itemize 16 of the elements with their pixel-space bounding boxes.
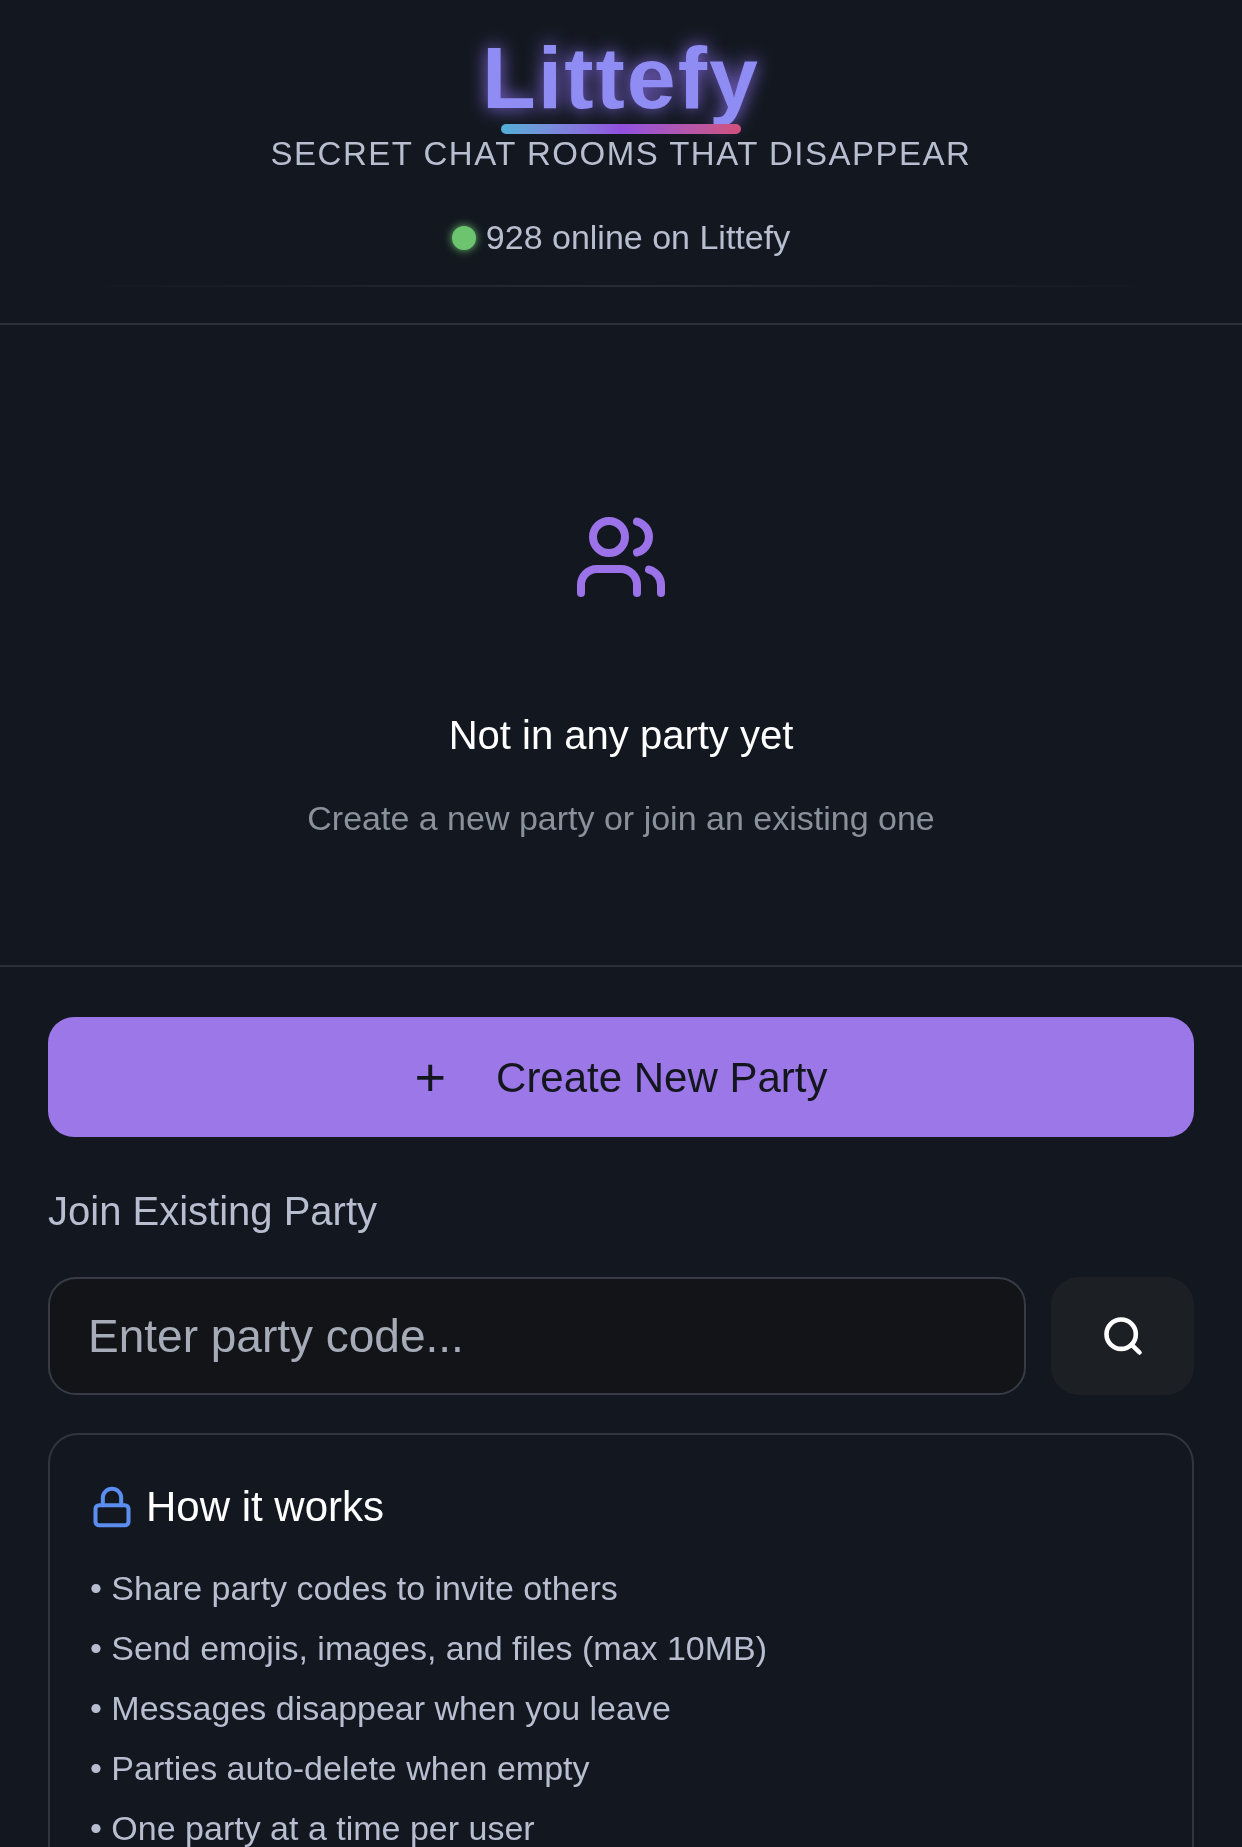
info-item: • Send emojis, images, and files (max 10MB) xyxy=(90,1628,769,1668)
party-code-field[interactable]: Enter party code... xyxy=(48,1277,1026,1395)
card-title: How it works xyxy=(146,1482,385,1532)
lock-icon xyxy=(90,1484,134,1529)
online-count: 928 online on Littefy xyxy=(485,217,791,258)
empty-state-subtitle: Create a new party or join an existing one xyxy=(307,798,935,839)
info-item: • One party at a time per user xyxy=(90,1808,536,1847)
search-button[interactable] xyxy=(1051,1277,1194,1395)
empty-state-title: Not in any party yet xyxy=(448,712,794,759)
tagline: SECRET CHAT ROOMS THAT DISAPPEAR xyxy=(270,136,972,172)
create-party-button[interactable]: + Create New Party xyxy=(48,1017,1194,1137)
join-label: Join Existing Party xyxy=(48,1188,379,1235)
info-item: • Share party codes to invite others xyxy=(90,1568,619,1608)
info-item: • Parties auto-delete when empty xyxy=(90,1748,591,1788)
info-item: • Messages disappear when you leave xyxy=(90,1688,672,1728)
app-logo: Littefy xyxy=(482,28,760,128)
